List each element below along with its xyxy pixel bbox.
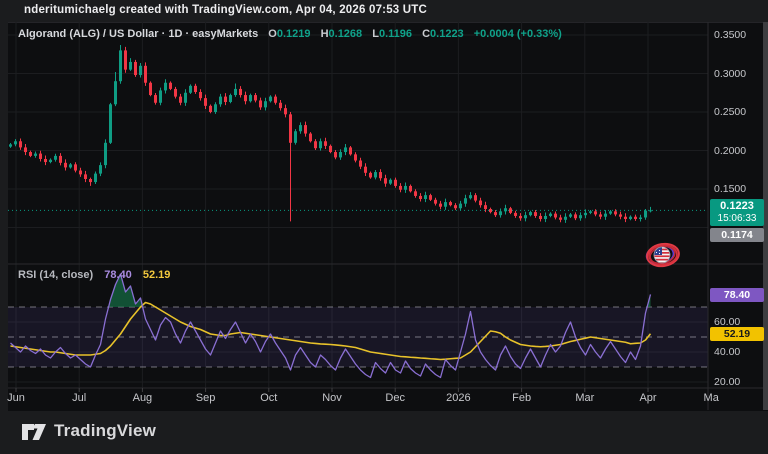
time-tick-label: Jun [7,392,25,404]
time-tick-label: Aug [133,392,153,404]
time-tick-label: Nov [322,392,342,404]
tradingview-screenshot: nderitumichaelg created with TradingView… [0,0,768,454]
time-tick-label: Sep [196,392,216,404]
price-tick-label: 0.2500 [714,106,746,118]
ohlc-open-label: O [268,28,277,40]
time-tick-label: Ma [704,392,719,404]
us-flag-sticker[interactable] [638,236,688,276]
time-tick-label: Jul [72,392,86,404]
price-tick-label: 0.3500 [714,29,746,41]
price-tick-label: 0.3000 [714,68,746,80]
rsi-value-badge: 78.40 [710,288,764,302]
change-value: +0.0004 (+0.33%) [474,28,562,40]
time-tick-label: Oct [260,392,277,404]
ohlc-low-value: 0.1196 [379,28,412,40]
price-tick-label: 0.1500 [714,183,746,195]
last-price-value: 0.1223 [710,200,764,213]
time-tick-label: Feb [512,392,531,404]
last-price-badge: 0.1223 15:06:33 [710,199,764,226]
ohlc-open-value: 0.1219 [277,28,311,40]
rsi-legend[interactable]: RSI (14, close) 78.40 52.19 [18,269,170,281]
rsi-value: 78.40 [104,269,132,281]
rsi-tick-label: 40.00 [714,346,740,358]
prev-close-badge: 0.1174 [710,228,764,242]
rsi-ma-badge: 52.19 [710,327,764,341]
time-tick-label: Apr [639,392,656,404]
time-tick-label: Dec [385,392,405,404]
bar-countdown: 15:06:33 [710,213,764,224]
symbol-title: Algorand (ALG) / US Dollar · 1D · easyMa… [18,28,258,40]
ohlc-high-label: H [321,28,329,40]
chart-canvas[interactable] [0,0,768,454]
ohlc-low-label: L [372,28,379,40]
rsi-tick-label: 60.00 [714,316,740,328]
ohlc-close-value: 0.1223 [430,28,464,40]
time-tick-label: 2026 [446,392,470,404]
price-tick-label: 0.2000 [714,145,746,157]
rsi-tick-label: 20.00 [714,376,740,388]
tradingview-logo-icon[interactable] [20,420,48,444]
time-tick-label: Mar [575,392,594,404]
rsi-label: RSI (14, close) [18,269,93,281]
ohlc-close-label: C [422,28,430,40]
rsi-ma-value: 52.19 [143,269,171,281]
footer-bar: TradingView [0,410,768,454]
ohlc-high-value: 0.1268 [329,28,363,40]
tradingview-brand-text[interactable]: TradingView [54,421,156,441]
symbol-legend[interactable]: Algorand (ALG) / US Dollar · 1D · easyMa… [18,28,562,40]
